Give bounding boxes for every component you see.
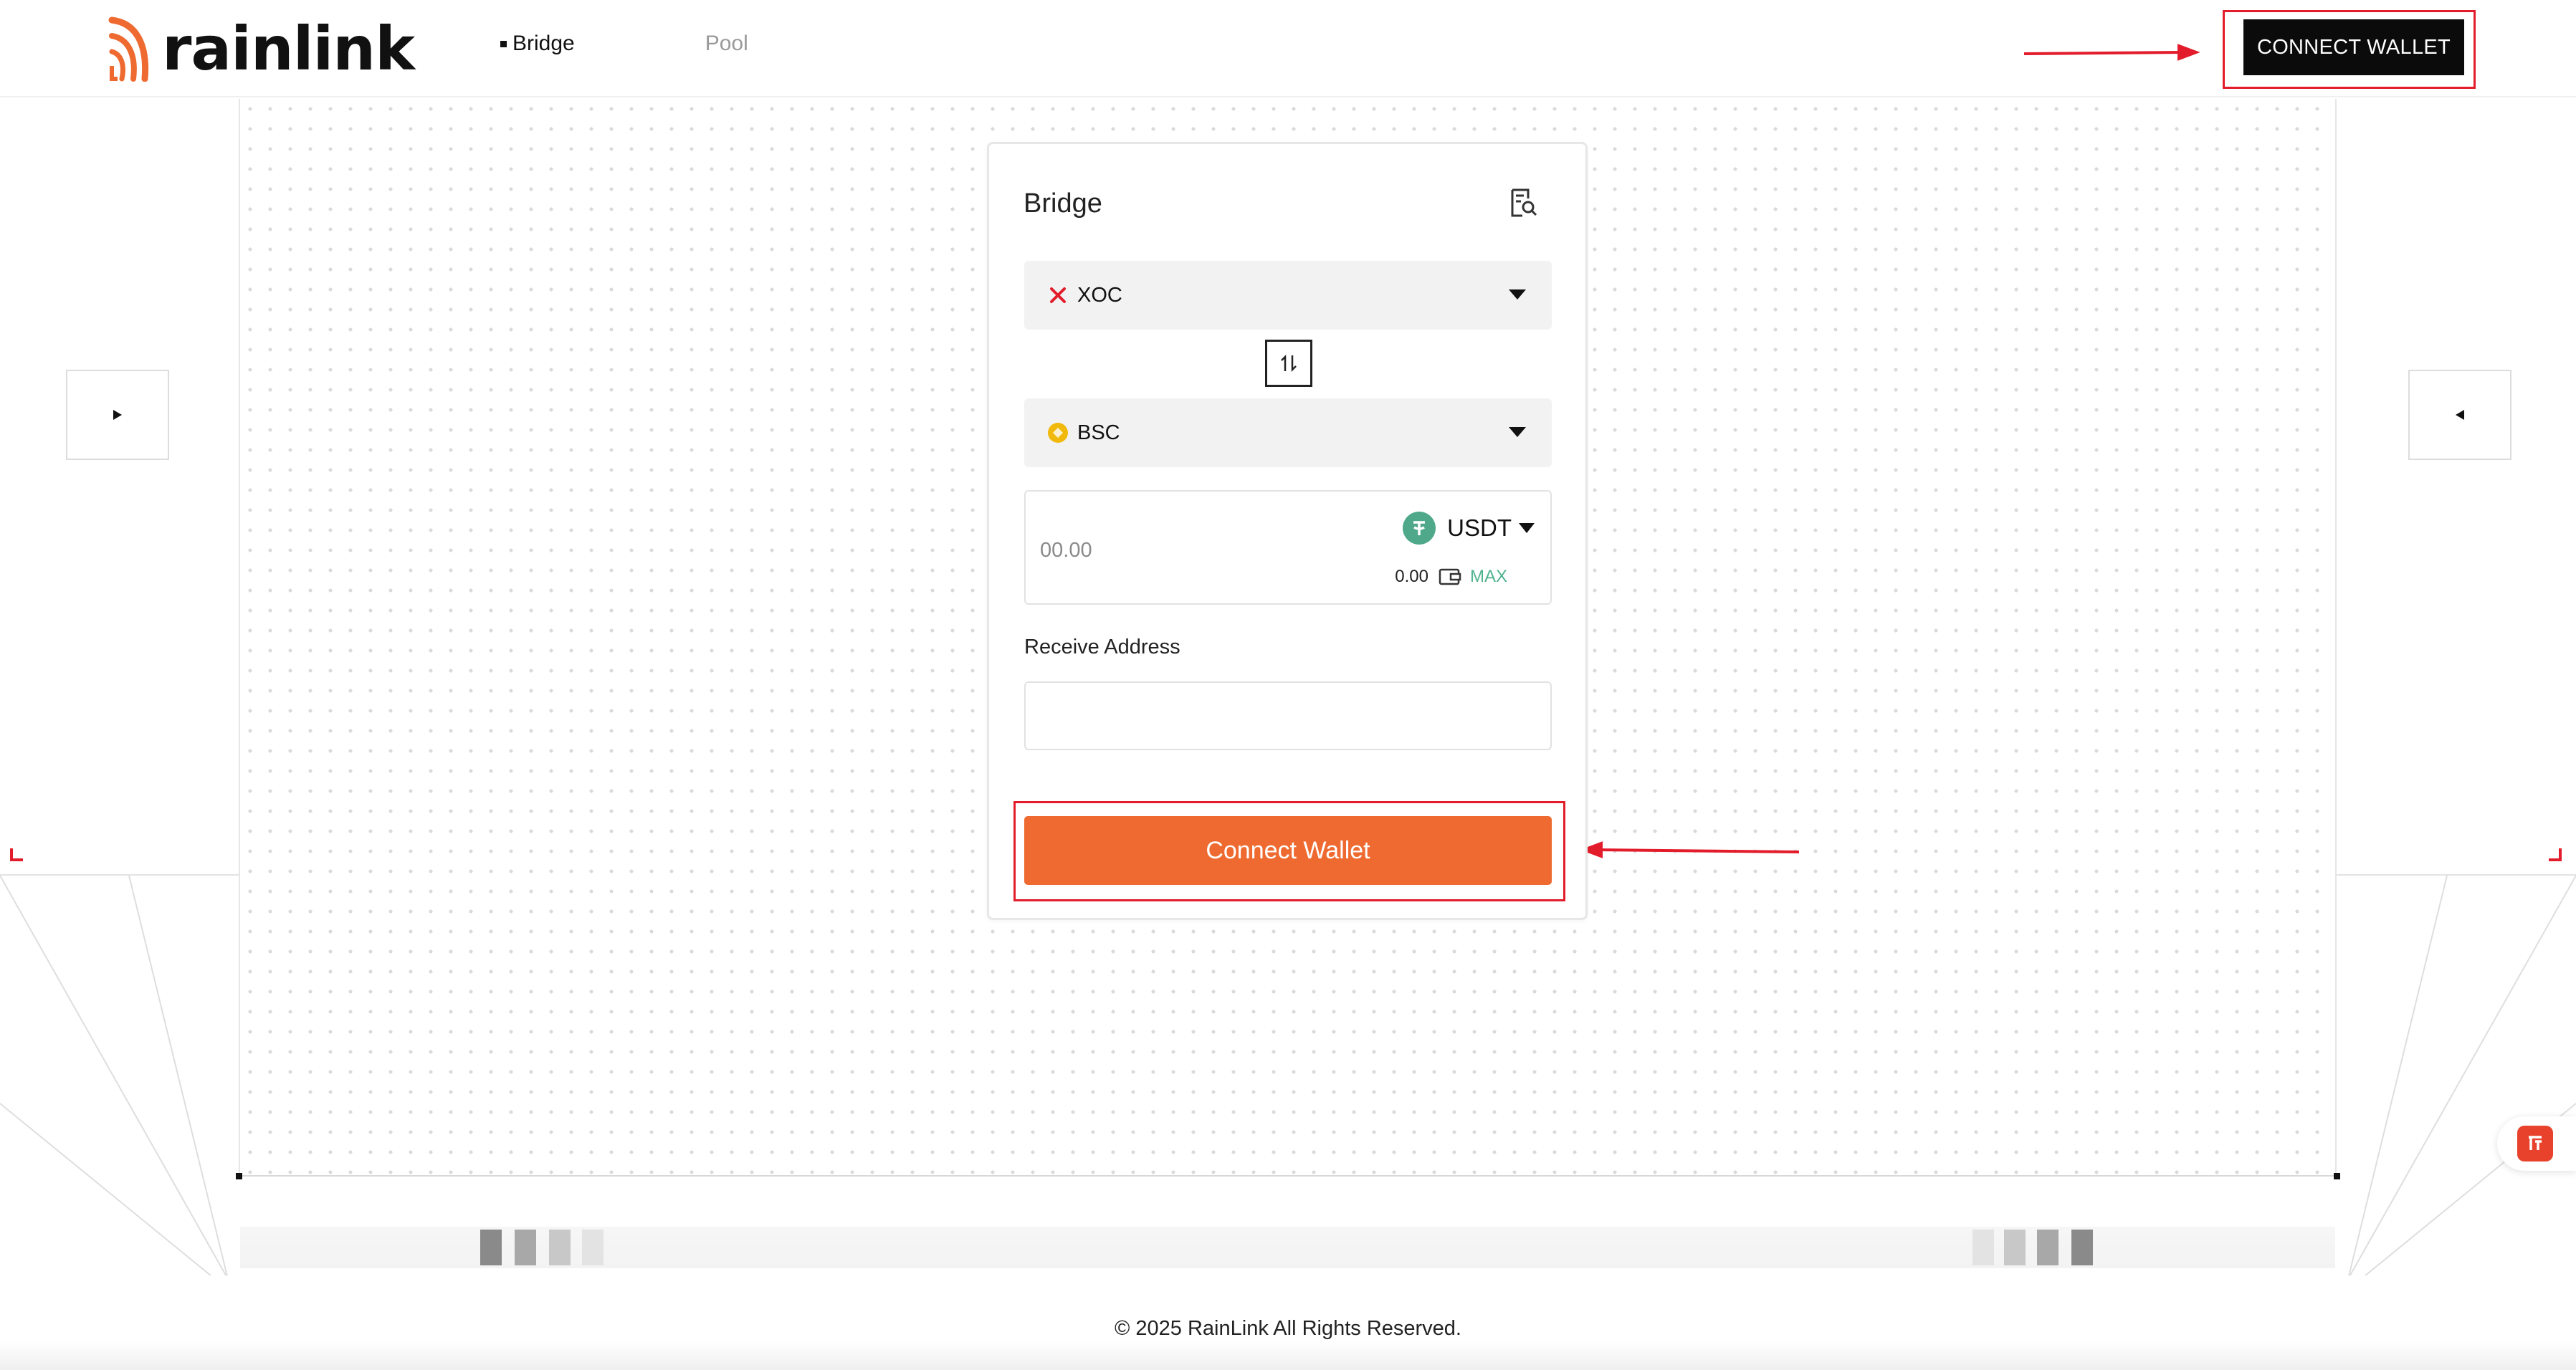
chat-support-button[interactable] [2497, 1116, 2576, 1171]
history-search-icon[interactable] [1509, 187, 1538, 219]
chevron-down-icon [1509, 289, 1526, 300]
swap-icon [1281, 354, 1297, 373]
usdt-token-icon [1403, 512, 1436, 545]
receive-address-input[interactable] [1024, 681, 1552, 750]
xoc-chain-icon [1046, 283, 1070, 307]
annotation-arrow-top [2023, 51, 2184, 55]
from-chain-label: XOC [1077, 283, 1122, 307]
chevron-down-icon [1509, 427, 1526, 437]
to-chain-label: BSC [1077, 421, 1120, 444]
token-select[interactable]: USDT [1403, 512, 1535, 545]
annotation-arrow-main [1596, 848, 1800, 853]
copyright-text: © 2025 RainLink All Rights Reserved. [1114, 1317, 1461, 1340]
max-button[interactable]: MAX [1470, 567, 1507, 587]
annotation-arrowhead-top [2177, 44, 2200, 61]
card-title: Bridge [1024, 188, 1102, 219]
balance-value: 0.00 [1395, 567, 1428, 586]
receive-address-label: Receive Address [1024, 636, 1180, 658]
token-label: USDT [1447, 514, 1512, 541]
balance-row: 0.00 MAX [1395, 567, 1507, 587]
chevron-down-icon [1519, 523, 1535, 533]
wallet-icon [1439, 568, 1461, 585]
bsc-chain-icon [1046, 421, 1070, 445]
annotation-box-connect [1013, 801, 1565, 901]
from-chain-select[interactable]: XOC [1024, 261, 1552, 330]
amount-panel: USDT 0.00 MAX [1024, 490, 1552, 605]
to-chain-select[interactable]: BSC [1024, 398, 1552, 467]
swap-direction-button[interactable] [1265, 340, 1312, 387]
amount-input[interactable] [1040, 536, 1327, 565]
chat-support-icon [2517, 1126, 2553, 1161]
